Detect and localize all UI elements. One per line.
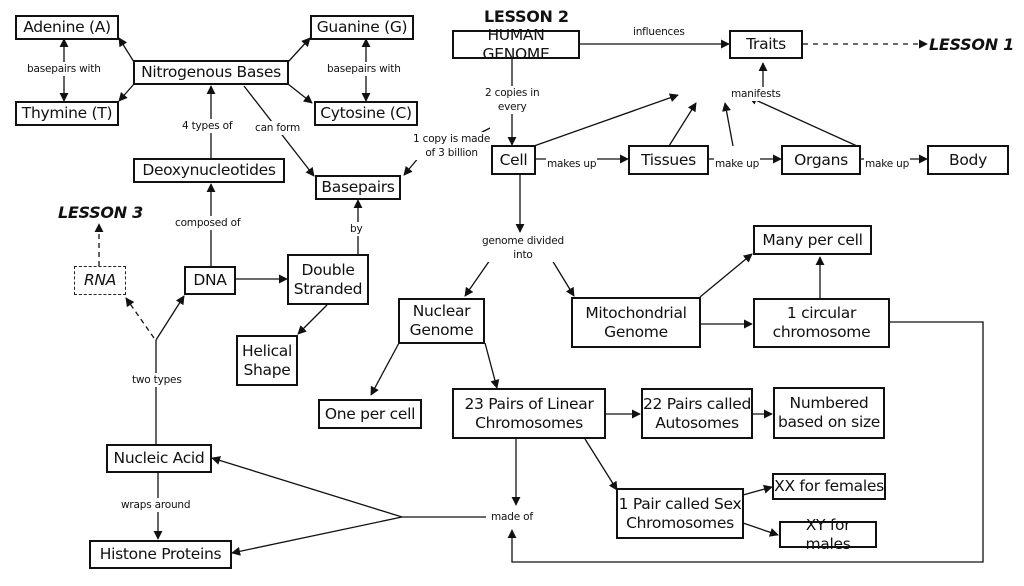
node-xy-males[interactable]: XY for males: [779, 516, 877, 553]
lesson-2-heading: LESSON 2: [484, 7, 569, 26]
label-basepairs-with-right: basepairs with: [326, 62, 402, 77]
label-make-up-1: make up: [714, 157, 761, 172]
node-body[interactable]: Body: [927, 145, 1009, 175]
edge-branch-rna: [125, 297, 155, 339]
edge-nuclear-oneper: [370, 342, 400, 396]
node-thymine[interactable]: Thymine (T): [15, 101, 119, 126]
edge-nuclear-linear: [484, 342, 500, 389]
edge-tissues-manifests: [668, 102, 697, 147]
label-four-types-of: 4 types of: [181, 119, 234, 134]
label-basepairs-with-left: basepairs with: [26, 62, 102, 77]
node-one-per-cell[interactable]: One per cell: [318, 399, 422, 429]
label-manifests: manifests: [730, 87, 782, 102]
label-two-copies: 2 copies in every: [484, 86, 541, 115]
edge-double-helical: [297, 304, 328, 335]
node-guanine[interactable]: Guanine (G): [310, 15, 414, 40]
node-tissues[interactable]: Tissues: [628, 145, 709, 175]
edge-linear-sex: [584, 438, 618, 491]
edge-divided-mito: [551, 259, 575, 297]
label-makes-up: makes up: [546, 157, 598, 172]
edge-body-manifests: [748, 96, 858, 147]
node-numbered-size[interactable]: Numbered based on size: [773, 387, 885, 439]
node-organs[interactable]: Organs: [781, 145, 861, 175]
node-nucleic-acid[interactable]: Nucleic Acid: [106, 444, 212, 473]
edge-madeof-histone: [231, 516, 403, 556]
concept-map: LESSON 2 LESSON 1 LESSON 3 Adenine (A) T…: [0, 0, 1024, 586]
node-double-stranded[interactable]: Double Stranded: [287, 254, 369, 305]
label-can-form: can form: [254, 121, 302, 136]
label-wraps-around: wraps around: [120, 498, 192, 513]
edge-bases-cytosine: [287, 83, 313, 104]
edge-bases-guanine: [287, 37, 311, 63]
node-many-per-cell[interactable]: Many per cell: [753, 225, 872, 255]
node-adenine[interactable]: Adenine (A): [15, 15, 119, 40]
edge-madeof-nucleic: [211, 456, 403, 518]
node-cell[interactable]: Cell: [491, 145, 536, 175]
label-by: by: [349, 222, 364, 237]
node-mitochondrial-genome[interactable]: Mitochondrial Genome: [571, 297, 701, 348]
edge-bases-adenine: [118, 37, 135, 63]
lesson-3-link[interactable]: LESSON 3: [58, 203, 143, 222]
edge-bases-thymine: [118, 83, 135, 102]
lesson-1-link[interactable]: LESSON 1: [929, 35, 1014, 54]
node-histone-proteins[interactable]: Histone Proteins: [89, 540, 232, 569]
label-composed-of: composed of: [174, 216, 242, 231]
edge-divided-nuclear: [464, 259, 491, 297]
node-circular-chromosome[interactable]: 1 circular chromosome: [753, 298, 890, 348]
node-cytosine[interactable]: Cytosine (C): [314, 101, 418, 126]
edge-branch-dna: [155, 295, 185, 341]
edge-sex-xy: [742, 522, 779, 537]
label-genome-divided: genome divided into: [481, 234, 565, 263]
node-autosomes[interactable]: 22 Pairs called Autosomes: [641, 388, 753, 439]
node-traits[interactable]: Traits: [729, 30, 803, 59]
label-influences: influences: [632, 25, 686, 40]
node-basepairs[interactable]: Basepairs: [315, 175, 401, 200]
edge-cell-manifests: [533, 93, 679, 147]
node-deoxynucleotides[interactable]: Deoxynucleotides: [133, 158, 285, 183]
node-nuclear-genome[interactable]: Nuclear Genome: [398, 298, 485, 344]
edge-circular-madeof: [507, 321, 984, 563]
edge-mito-many: [699, 253, 753, 298]
label-two-types: two types: [131, 373, 183, 388]
node-linear-chromosomes[interactable]: 23 Pairs of Linear Chromosomes: [452, 388, 606, 439]
label-make-up-2: make up: [864, 157, 911, 172]
edge-organs-manifests: [722, 102, 734, 147]
node-human-genome[interactable]: HUMAN GENOME: [452, 26, 580, 63]
label-made-of: made of: [490, 510, 534, 525]
node-nitrogenous-bases[interactable]: Nitrogenous Bases: [133, 60, 289, 85]
edge-sex-xx: [742, 484, 773, 496]
node-dna[interactable]: DNA: [184, 266, 236, 295]
node-sex-chromosomes[interactable]: 1 Pair called Sex Chromosomes: [616, 488, 744, 539]
node-helical-shape[interactable]: Helical Shape: [236, 335, 298, 386]
node-xx-females[interactable]: XX for females: [772, 473, 886, 500]
label-one-copy: 1 copy is made of 3 billion: [412, 132, 492, 161]
node-rna[interactable]: RNA: [74, 266, 126, 295]
